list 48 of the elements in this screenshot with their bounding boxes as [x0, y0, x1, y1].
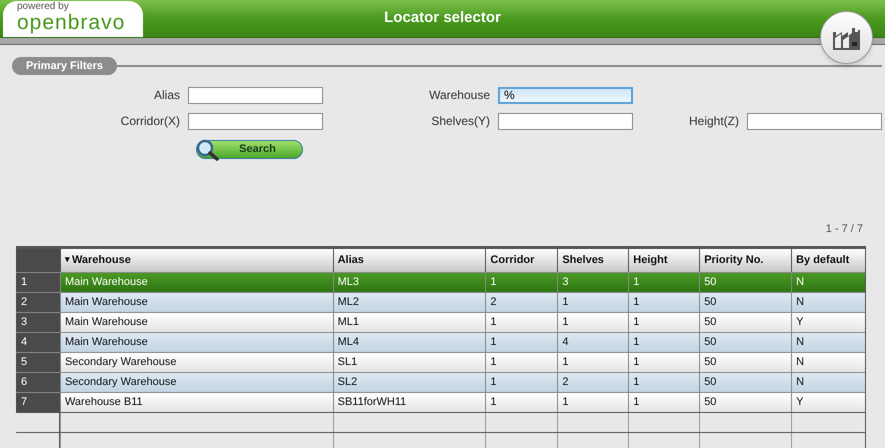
table-row[interactable]: 4 Main Warehouse ML4 1 4 1 50 N [16, 332, 865, 352]
field-label: Shelves(Y) [430, 113, 491, 130]
column-label: Corridor [490, 252, 534, 268]
input-field[interactable] [747, 112, 882, 130]
column-header[interactable]: Height [628, 248, 700, 272]
column-header[interactable]: ▾ Warehouse [60, 248, 333, 272]
table-row[interactable]: 2 Main Warehouse ML2 2 1 1 50 N [16, 292, 865, 312]
search-button[interactable]: Search [196, 140, 303, 159]
row-number: 4 [16, 332, 60, 352]
table-row[interactable]: 3 Main Warehouse ML1 1 1 1 50 Y [16, 312, 865, 332]
window-title: Locator selector [384, 8, 501, 28]
factory-icon [830, 26, 862, 50]
input-field[interactable] [498, 112, 633, 130]
logo-caption: powered by [17, 2, 70, 12]
row-number: 5 [16, 352, 60, 372]
column-header[interactable]: Shelves [557, 248, 628, 272]
table-row[interactable]: 6 Secondary Warehouse SL2 1 2 1 50 N [16, 372, 865, 392]
input-field[interactable] [188, 112, 323, 130]
warehouse-button[interactable] [820, 11, 873, 64]
field-label: Warehouse [428, 87, 491, 104]
input-field[interactable] [188, 86, 323, 104]
input-field[interactable]: % [498, 86, 633, 104]
column-label: By default [796, 252, 850, 268]
sort-indicator: ▾ [64, 253, 70, 266]
table-row[interactable]: 7 Warehouse B11 SB11forWH11 1 1 1 50 Y [16, 392, 865, 412]
column-header[interactable]: Priority No. [699, 248, 792, 272]
column-label: Priority No. [704, 252, 764, 268]
column-label: Height [633, 252, 668, 268]
table-row[interactable]: 1 Main Warehouse ML3 1 3 1 50 N [16, 272, 865, 292]
row-number: 3 [16, 312, 60, 332]
record-count: 1 - 7 / 7 [826, 222, 863, 237]
search-icon [195, 138, 219, 162]
column-header[interactable]: Alias [332, 248, 486, 272]
field-label: Corridor(X) [120, 113, 181, 130]
logo-name: openbravo [17, 12, 126, 33]
row-number: 2 [16, 292, 60, 312]
column-label: Warehouse [72, 252, 131, 268]
column-label: Shelves [562, 252, 604, 268]
table-row[interactable]: 5 Secondary Warehouse SL1 1 1 1 50 N [16, 352, 865, 372]
field-label: Alias [152, 87, 181, 104]
field-label: Height(Z) [688, 113, 740, 130]
row-number: 1 [16, 272, 60, 292]
column-header[interactable]: Corridor [485, 248, 558, 272]
row-number: 7 [16, 392, 60, 412]
row-number: 6 [16, 372, 60, 392]
column-label: Alias [338, 252, 364, 268]
column-header[interactable]: By default [791, 248, 865, 272]
section-title: Primary Filters [12, 57, 118, 75]
